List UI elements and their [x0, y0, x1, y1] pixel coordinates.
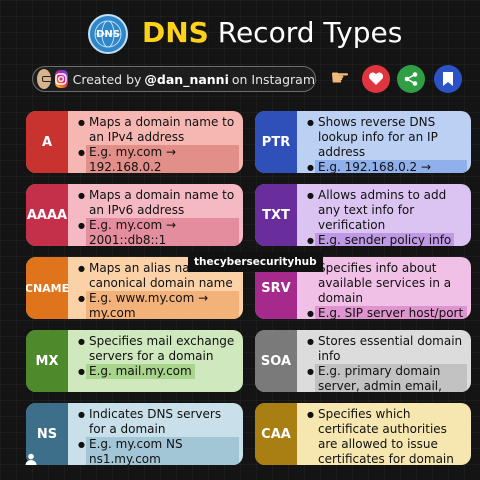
credit-suffix: on Instagram — [231, 71, 315, 87]
record-card-txt: TXTAllows admins to add any text info fo… — [255, 184, 471, 246]
pointing-hand-icon: ☛ — [330, 66, 350, 91]
header: DNS DNS Record Types — [0, 10, 480, 60]
record-example-row: E.g. my.com NS ns1.my.com — [78, 437, 239, 465]
record-type-label: PTR — [255, 111, 297, 173]
record-example: E.g. mail.my.com — [86, 364, 195, 379]
dns-globe-logo: DNS — [88, 14, 128, 54]
record-card-caa: CAASpecifies which certificate authoriti… — [255, 403, 471, 465]
record-card-mx: MX Specifies mail exchange servers for a … — [26, 330, 243, 392]
record-bullet: Indicates DNS servers for a domain — [78, 407, 239, 437]
record-card-soa: SOAStores essential domain infoE.g. prim… — [255, 330, 471, 392]
record-type-label: CAA — [255, 403, 297, 465]
record-bullet: Allows admins to add any text info for v… — [307, 188, 467, 233]
credit-bar[interactable]: Created by @dan_nanni on Instagram — [32, 66, 316, 92]
record-bullet: Specifies which certificate authorities … — [307, 407, 467, 465]
record-bullet: Specifies info about available services … — [307, 261, 467, 306]
credit-prefix: Created by — [72, 71, 142, 87]
record-description: Allows admins to add any text info for v… — [307, 188, 467, 246]
record-description: Specifies which certificate authorities … — [307, 407, 467, 465]
heart-icon[interactable] — [362, 65, 390, 93]
record-type-label: AAAA — [26, 184, 68, 246]
watermark: thecybersecurityhub — [188, 252, 323, 272]
record-description: Specifies mail exchange servers for a do… — [78, 334, 239, 379]
avatar — [37, 69, 52, 89]
record-type-label: A — [26, 111, 68, 173]
record-type-label: TXT — [255, 184, 297, 246]
record-example: E.g. sender policy info — [315, 233, 455, 246]
record-card-a: AMaps a domain name to an IPv4 addressE.… — [26, 111, 243, 173]
bookmark-icon[interactable] — [434, 65, 462, 93]
record-type-label: SOA — [255, 330, 297, 392]
record-card-aaaa: AAAAMaps a domain name to an IPv6 addres… — [26, 184, 243, 246]
user-icon[interactable] — [24, 452, 38, 466]
record-example-row: E.g. my.com → 2001::db8::1 — [78, 218, 239, 246]
record-example: E.g. my.com → 192.168.0.2 — [86, 145, 239, 173]
record-description: Maps a domain name to an IPv4 addressE.g… — [78, 115, 239, 173]
record-type-label: CNAME — [26, 257, 69, 319]
record-example: E.g. SIP server host/port info — [315, 306, 467, 319]
record-example-row: E.g. mail.my.com — [78, 364, 239, 379]
record-bullet: Maps a domain name to an IPv6 address — [78, 188, 239, 218]
record-example-row: E.g. my.com → 192.168.0.2 — [78, 145, 239, 173]
record-bullet: Shows reverse DNS lookup info for an IP … — [307, 115, 467, 160]
record-example: E.g. my.com NS ns1.my.com — [86, 437, 239, 465]
record-bullet: Specifies mail exchange servers for a do… — [78, 334, 239, 364]
record-description: Shows reverse DNS lookup info for an IP … — [307, 115, 467, 173]
record-example-row: E.g. www.my.com → my.com — [78, 291, 239, 319]
page-title: DNS Record Types — [142, 16, 402, 49]
credit-handle[interactable]: @dan_nanni — [144, 72, 228, 87]
title-rest: Record Types — [208, 16, 403, 49]
record-description: Indicates DNS servers for a domainE.g. m… — [78, 407, 239, 465]
title-accent: DNS — [142, 16, 209, 49]
record-description: Specifies info about available services … — [307, 261, 467, 319]
record-example: E.g. 192.168.0.2 → my.com — [315, 160, 467, 173]
logo-text: DNS — [96, 28, 120, 40]
record-example-row: E.g. 192.168.0.2 → my.com — [307, 160, 467, 173]
record-example-row: E.g. primary domain server, admin email,… — [307, 364, 467, 392]
record-card-ns: NSIndicates DNS servers for a domainE.g.… — [26, 403, 243, 465]
record-example: E.g. my.com → 2001::db8::1 — [86, 218, 239, 246]
share-icon[interactable] — [397, 65, 425, 93]
record-example: E.g. primary domain server, admin email,… — [315, 364, 467, 392]
record-description: Stores essential domain infoE.g. primary… — [307, 334, 467, 392]
record-card-ptr: PTRShows reverse DNS lookup info for an … — [255, 111, 471, 173]
instagram-icon — [55, 70, 68, 88]
record-example: E.g. www.my.com → my.com — [86, 291, 239, 319]
record-type-label: MX — [26, 330, 68, 392]
record-example-row: E.g. SIP server host/port info — [307, 306, 467, 319]
record-description: Maps a domain name to an IPv6 addressE.g… — [78, 188, 239, 246]
record-example-row: E.g. sender policy info — [307, 233, 467, 246]
record-bullet: Maps a domain name to an IPv4 address — [78, 115, 239, 145]
record-bullet: Stores essential domain info — [307, 334, 467, 364]
